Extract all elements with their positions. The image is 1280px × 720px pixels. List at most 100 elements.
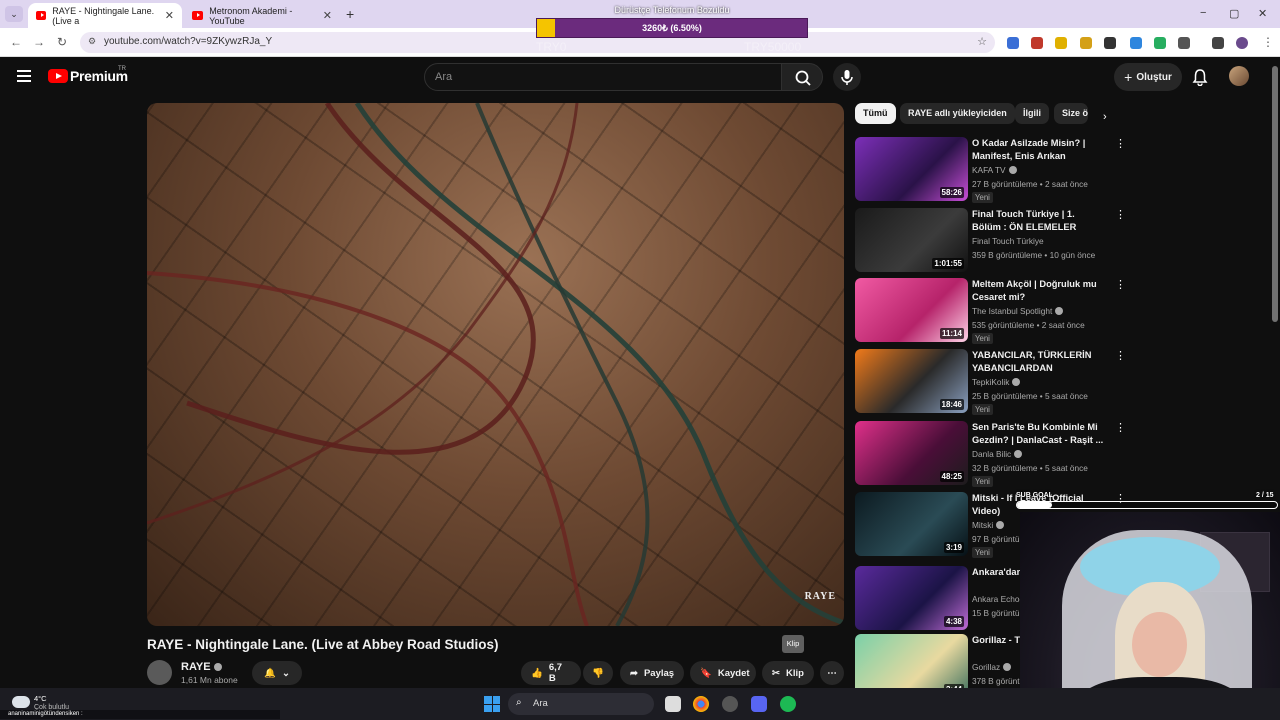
channel-name[interactable]: RAYE [181, 661, 222, 673]
tab-metronom[interactable]: Metronom Akademi - YouTube ✕ [184, 3, 340, 28]
account-avatar[interactable] [1229, 66, 1249, 86]
donation-progress-text: 3260₺ (6.50%) [642, 23, 702, 33]
new-tab-button[interactable]: + [346, 6, 354, 22]
video-thumbnail[interactable]: 48:25 [855, 421, 968, 485]
chip-from-uploader[interactable]: RAYE adlı yükleyiciden [900, 103, 1015, 124]
recommendation-item[interactable]: 18:46 YABANCILAR, TÜRKLERİN YABANCILARDAN… [855, 349, 1126, 415]
back-button[interactable]: ← [10, 35, 22, 49]
profile-icon[interactable] [1236, 37, 1248, 49]
like-button[interactable]: 👍 6,7 B [521, 661, 581, 685]
chip-for-you[interactable]: Size ö [1054, 103, 1088, 124]
file-explorer-icon[interactable] [665, 696, 681, 712]
like-count: 6,7 B [548, 662, 563, 684]
youtube-logo-icon[interactable] [48, 69, 68, 83]
more-options-icon[interactable]: ⋮ [1115, 349, 1126, 362]
tab-raye[interactable]: RAYE - Nightingale Lane. (Live a ✕ [28, 3, 182, 28]
recommendation-channel[interactable]: TepkiKolik [972, 377, 1021, 387]
minimize-button[interactable]: − [1200, 7, 1206, 19]
tab-title: RAYE - Nightingale Lane. (Live a [52, 5, 155, 26]
more-options-icon[interactable]: ⋮ [1115, 421, 1126, 434]
video-watermark: RAYE [804, 591, 836, 602]
more-options-icon[interactable]: ⋮ [1115, 208, 1126, 221]
save-button[interactable]: 🔖 Kaydet [690, 661, 756, 685]
close-window-button[interactable]: ✕ [1258, 7, 1267, 20]
recommendation-item[interactable]: 11:14 Meltem Akçöl | Doğruluk mu Cesaret … [855, 278, 1126, 344]
close-tab-icon[interactable]: ✕ [323, 9, 332, 22]
recommendation-item[interactable]: 1:01:55 Final Touch Türkiye | 1. Bölüm : … [855, 208, 1126, 272]
obs-icon[interactable] [722, 696, 738, 712]
maximize-button[interactable]: ▢ [1229, 7, 1239, 20]
video-thumbnail[interactable]: 4:38 [855, 566, 968, 630]
url-text[interactable]: youtube.com/watch?v=9ZKywzRJa_Y [104, 36, 272, 47]
extension-icon[interactable] [1055, 37, 1067, 49]
recommendation-channel[interactable]: Gorillaz [972, 662, 1012, 672]
bookmark-star-icon[interactable]: ☆ [977, 35, 987, 48]
subscribe-notification-button[interactable]: 🔔 ⌄ [252, 661, 302, 685]
recommendation-meta: 32 B görüntüleme • 5 saat önce [972, 463, 1088, 473]
discord-icon[interactable] [751, 696, 767, 712]
forward-button[interactable]: → [33, 35, 45, 49]
extension-icon[interactable] [1080, 37, 1092, 49]
tab-list-button[interactable]: ⌄ [5, 6, 23, 22]
windows-start-icon[interactable] [484, 696, 500, 712]
dislike-button[interactable]: 👎 [583, 661, 613, 685]
reload-button[interactable]: ↻ [57, 35, 67, 49]
cloud-icon[interactable] [12, 696, 30, 708]
recommendation-channel[interactable]: The Istanbul Spotlight [972, 306, 1064, 316]
more-actions-button[interactable]: ⋯ [820, 661, 844, 685]
duration-badge: 48:25 [939, 471, 964, 482]
weather-temperature[interactable]: 4°C [34, 694, 47, 703]
video-player[interactable]: RAYE [147, 103, 844, 626]
recommendation-item[interactable]: 58:26 O Kadar Asilzade Misin? | Manifest,… [855, 137, 1126, 203]
duration-badge: 18:46 [939, 399, 964, 410]
notifications-button[interactable] [1192, 68, 1208, 91]
site-info-icon[interactable]: ⚙ [88, 36, 96, 47]
search-button[interactable] [781, 63, 823, 91]
chip-all[interactable]: Tümü [855, 103, 896, 124]
recommendation-title[interactable]: Sen Paris'te Bu Kombinle Mi Gezdin? | Da… [972, 421, 1104, 447]
video-thumbnail[interactable]: 18:46 [855, 349, 968, 413]
close-tab-icon[interactable]: ✕ [165, 9, 174, 22]
more-options-icon[interactable]: ⋮ [1115, 137, 1126, 150]
recommendation-channel[interactable]: Final Touch Türkiye [972, 236, 1044, 246]
recommendation-channel[interactable]: Mitski [972, 520, 1005, 530]
recommendation-channel[interactable]: Ankara Echoe [972, 594, 1024, 604]
chrome-icon[interactable] [693, 696, 709, 712]
recommendation-channel[interactable]: KAFA TV [972, 165, 1017, 175]
more-options-icon[interactable]: ⋮ [1115, 278, 1126, 291]
chips-next-icon[interactable]: › [1103, 111, 1107, 123]
menu-icon[interactable] [17, 70, 31, 82]
extension-icon[interactable] [1007, 37, 1019, 49]
recommendation-channel[interactable]: Danla Bilic [972, 449, 1023, 459]
voice-search-button[interactable] [833, 63, 861, 91]
create-button[interactable]: + Oluştur [1114, 63, 1182, 91]
recommendation-meta: 359 B görüntüleme • 10 gün önce [972, 250, 1096, 260]
browser-menu-icon[interactable]: ⋮ [1262, 35, 1274, 49]
recommendation-item[interactable]: 48:25 Sen Paris'te Bu Kombinle Mi Gezdin?… [855, 421, 1126, 487]
recommendation-title[interactable]: YABANCILAR, TÜRKLERİN YABANCILARDAN ESİN… [972, 349, 1104, 375]
extension-icon[interactable] [1130, 37, 1142, 49]
extension-icon[interactable] [1104, 37, 1116, 49]
donation-goal-title: Dürüstçe Telefonum Bozuldu [614, 5, 730, 15]
clip-button[interactable]: ✂ Klip [762, 661, 814, 685]
video-thumbnail[interactable]: 58:26 [855, 137, 968, 201]
taskbar-search[interactable]: ⌕ Ara [508, 693, 654, 715]
chip-related[interactable]: İlgili [1015, 103, 1049, 124]
extensions-puzzle-icon[interactable] [1178, 37, 1190, 49]
video-thumbnail[interactable]: 1:01:55 [855, 208, 968, 272]
recommendation-title[interactable]: Meltem Akçöl | Doğruluk mu Cesaret mi? [972, 278, 1104, 304]
channel-avatar[interactable] [147, 660, 172, 685]
windows-taskbar: 4°C Çok bulutlu ananinaminigötündensiken… [0, 688, 1280, 720]
spotify-icon[interactable] [780, 696, 796, 712]
video-thumbnail[interactable]: 3:19 [855, 492, 968, 556]
extension-icon[interactable] [1154, 37, 1166, 49]
reading-list-icon[interactable] [1212, 37, 1224, 49]
extension-icon[interactable] [1031, 37, 1043, 49]
recommendation-title[interactable]: Final Touch Türkiye | 1. Bölüm : ÖN ELEM… [972, 208, 1104, 234]
share-button[interactable]: ➦ Paylaş [620, 661, 684, 685]
duration-badge: 3:19 [943, 542, 964, 553]
recommendation-title[interactable]: O Kadar Asilzade Misin? | Manifest, Enis… [972, 137, 1104, 163]
search-input[interactable]: Ara [424, 63, 782, 91]
page-scrollbar[interactable] [1272, 66, 1278, 322]
video-thumbnail[interactable]: 11:14 [855, 278, 968, 342]
